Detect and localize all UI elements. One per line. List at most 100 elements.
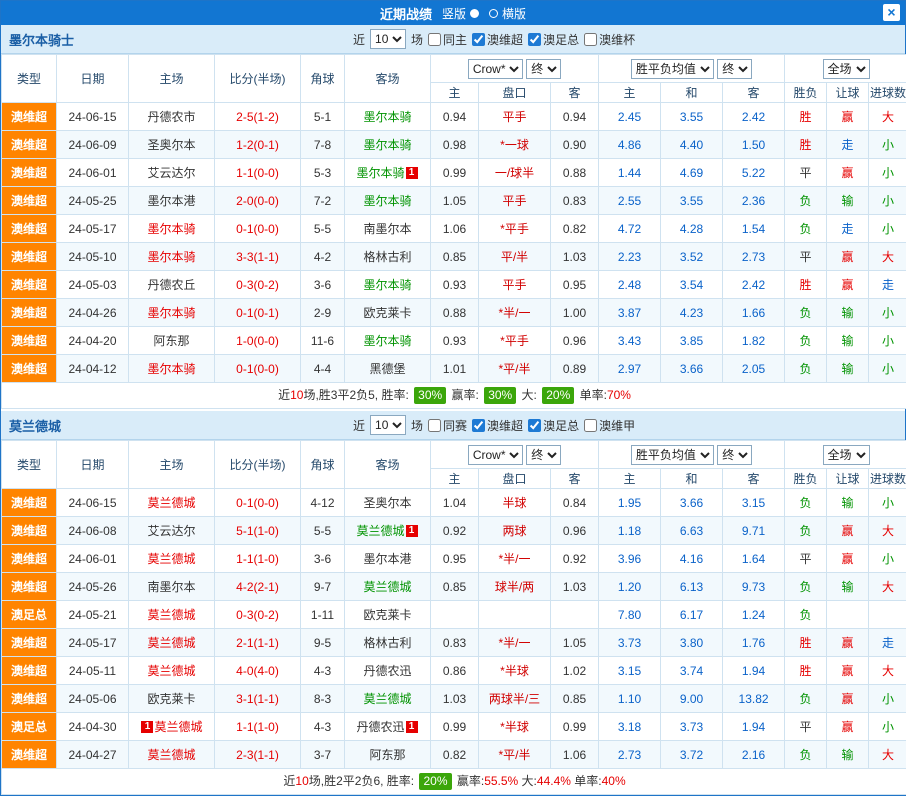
away-team[interactable]: 莫兰德城 <box>345 685 431 713</box>
away-team[interactable]: 丹德农迅1 <box>345 713 431 741</box>
goals-result: 小 <box>869 327 906 355</box>
result: 平 <box>785 545 827 573</box>
ah-away-odds: 1.03 <box>551 243 599 271</box>
filter-checkbox-league-3[interactable]: 澳维甲 <box>584 417 635 434</box>
table-filter-row: 类型 日期 主场 比分(半场) 角球 客场 Crow* 终 胜平负均值 终 <box>2 55 906 83</box>
odds-state-select[interactable]: 终 <box>526 445 561 465</box>
eu-away-odds: 1.24 <box>723 601 785 629</box>
match-count-select[interactable]: 10 <box>370 29 406 49</box>
home-team[interactable]: 墨尔本骑 <box>129 355 215 383</box>
euro-odds-select[interactable]: 胜平负均值 <box>631 59 714 79</box>
handicap: 平手 <box>479 271 551 299</box>
ah-home-odds: 0.92 <box>431 517 479 545</box>
home-team[interactable]: 墨尔本骑 <box>129 243 215 271</box>
result: 负 <box>785 327 827 355</box>
away-team[interactable]: 墨尔本骑 <box>345 131 431 159</box>
home-team[interactable]: 丹德农丘 <box>129 271 215 299</box>
home-team[interactable]: 圣奥尔本 <box>129 131 215 159</box>
home-team[interactable]: 艾云达尔 <box>129 159 215 187</box>
subcol-handicap-result: 让球 <box>827 469 869 489</box>
away-team[interactable]: 莫兰德城1 <box>345 517 431 545</box>
layout-horizontal-option[interactable]: 横版 <box>489 5 526 22</box>
match-row: 澳维超24-05-11莫兰德城4-0(4-0)4-3丹德农迅0.86*半球1.0… <box>2 657 906 685</box>
home-team[interactable]: 墨尔本骑 <box>129 215 215 243</box>
eu-away-odds: 1.76 <box>723 629 785 657</box>
euro-state-select[interactable]: 终 <box>717 59 752 79</box>
home-team[interactable]: 墨尔本港 <box>129 187 215 215</box>
corner-score: 9-5 <box>301 629 345 657</box>
away-team[interactable]: 墨尔本骑 <box>345 271 431 299</box>
score: 1-0(0-0) <box>215 327 301 355</box>
euro-odds-select[interactable]: 胜平负均值 <box>631 445 714 465</box>
home-team[interactable]: 莫兰德城 <box>129 741 215 769</box>
filter-checkbox-league-3[interactable]: 澳维杯 <box>584 31 635 48</box>
match-count-select[interactable]: 10 <box>370 415 406 435</box>
home-team[interactable]: 莫兰德城 <box>129 601 215 629</box>
close-icon[interactable]: × <box>883 4 900 21</box>
home-team[interactable]: 艾云达尔 <box>129 517 215 545</box>
home-team[interactable]: 欧克莱卡 <box>129 685 215 713</box>
odds-state-select[interactable]: 终 <box>526 59 561 79</box>
layout-vertical-option[interactable]: 竖版 <box>442 5 479 22</box>
odds-company-select[interactable]: Crow* <box>468 59 523 79</box>
filter-checkbox-league-2[interactable]: 澳足总 <box>528 417 579 434</box>
home-team[interactable]: 1莫兰德城 <box>129 713 215 741</box>
scope-select[interactable]: 全场 <box>823 59 870 79</box>
handicap-result: 赢 <box>827 545 869 573</box>
league-type: 澳维超 <box>2 271 57 299</box>
away-team[interactable]: 莫兰德城 <box>345 573 431 601</box>
summary-segment: 20% <box>419 773 451 790</box>
eu-home-odds: 2.55 <box>599 187 661 215</box>
home-team[interactable]: 丹德农市 <box>129 103 215 131</box>
filter-checkbox-league-1[interactable]: 澳维超 <box>472 31 523 48</box>
away-team[interactable]: 黑德堡 <box>345 355 431 383</box>
ah-home-odds <box>431 601 479 629</box>
away-team[interactable]: 墨尔本骑 <box>345 103 431 131</box>
odds-company-select[interactable]: Crow* <box>468 445 523 465</box>
away-team[interactable]: 格林古利 <box>345 629 431 657</box>
league-type: 澳维超 <box>2 355 57 383</box>
corner-score: 9-7 <box>301 573 345 601</box>
league-type: 澳足总 <box>2 601 57 629</box>
home-team[interactable]: 莫兰德城 <box>129 545 215 573</box>
handicap-result: 输 <box>827 355 869 383</box>
home-team[interactable]: 莫兰德城 <box>129 657 215 685</box>
away-team[interactable]: 格林古利 <box>345 243 431 271</box>
handicap-result: 赢 <box>827 685 869 713</box>
score: 4-2(2-1) <box>215 573 301 601</box>
away-team[interactable]: 欧克莱卡 <box>345 299 431 327</box>
col-header-corner: 角球 <box>301 441 345 489</box>
summary-segment: 20% <box>542 387 574 404</box>
home-team[interactable]: 阿东那 <box>129 327 215 355</box>
filter-checkbox-league-1[interactable]: 澳维超 <box>472 417 523 434</box>
away-team[interactable]: 墨尔本骑 <box>345 327 431 355</box>
score: 0-3(0-2) <box>215 271 301 299</box>
away-team[interactable]: 墨尔本港 <box>345 545 431 573</box>
euro-odds-filter-cell: 胜平负均值 终 <box>599 55 785 83</box>
away-team[interactable]: 欧克莱卡 <box>345 601 431 629</box>
home-team[interactable]: 莫兰德城 <box>129 629 215 657</box>
away-team[interactable]: 南墨尔本 <box>345 215 431 243</box>
ah-home-odds: 0.95 <box>431 545 479 573</box>
eu-draw-odds: 3.66 <box>661 355 723 383</box>
away-team[interactable]: 阿东那 <box>345 741 431 769</box>
filter-checkbox-league-2[interactable]: 澳足总 <box>528 31 579 48</box>
filter-checkbox-same-competition[interactable]: 同赛 <box>428 417 467 434</box>
match-row: 澳维超24-06-15莫兰德城0-1(0-0)4-12圣奥尔本1.04半球0.8… <box>2 489 906 517</box>
home-team[interactable]: 莫兰德城 <box>129 489 215 517</box>
goals-result: 大 <box>869 657 906 685</box>
popup-title: 近期战绩 <box>380 4 432 23</box>
league-type: 澳维超 <box>2 517 57 545</box>
away-team[interactable]: 墨尔本骑 <box>345 187 431 215</box>
home-team[interactable]: 南墨尔本 <box>129 573 215 601</box>
result: 负 <box>785 355 827 383</box>
euro-state-select[interactable]: 终 <box>717 445 752 465</box>
away-team[interactable]: 圣奥尔本 <box>345 489 431 517</box>
away-team[interactable]: 墨尔本骑1 <box>345 159 431 187</box>
home-team[interactable]: 墨尔本骑 <box>129 299 215 327</box>
filter-checkbox-same-venue[interactable]: 同主 <box>428 31 467 48</box>
away-team[interactable]: 丹德农迅 <box>345 657 431 685</box>
summary-segment: 近 <box>283 774 295 788</box>
eu-draw-odds: 3.55 <box>661 187 723 215</box>
scope-select[interactable]: 全场 <box>823 445 870 465</box>
